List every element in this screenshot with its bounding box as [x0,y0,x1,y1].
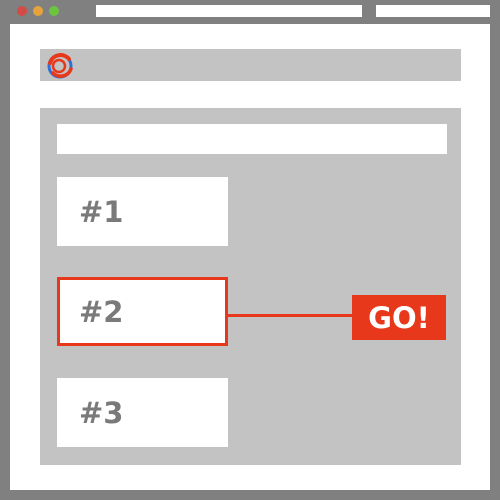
option-card-2-selected[interactable]: #2 [57,277,228,346]
circular-swirl-logo-icon[interactable] [45,51,75,81]
browser-search-bar[interactable] [376,5,490,17]
option-card-label: #1 [79,194,124,229]
selection-connector-line [228,314,352,317]
option-card-3[interactable]: #3 [57,378,228,447]
option-card-label: #3 [79,395,124,430]
maximize-window-icon[interactable] [49,6,59,16]
option-card-1[interactable]: #1 [57,177,228,246]
go-button[interactable]: GO! [352,295,446,340]
option-card-label: #2 [79,294,124,329]
content-input-bar[interactable] [57,124,447,154]
minimize-window-icon[interactable] [33,6,43,16]
main-content-panel: #1 #2 #3 GO! [40,108,461,465]
site-header [40,49,461,81]
web-page: #1 #2 #3 GO! [10,24,490,490]
go-button-label: GO! [368,300,430,335]
address-bar[interactable] [96,5,362,17]
close-window-icon[interactable] [17,6,27,16]
